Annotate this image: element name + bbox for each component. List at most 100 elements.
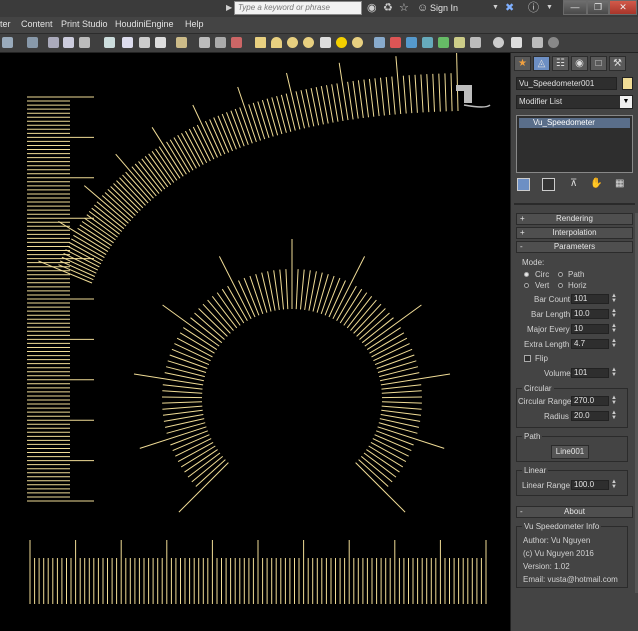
render-icon[interactable] bbox=[155, 37, 166, 48]
spinner-arrows-icon[interactable]: ▲ ▼ bbox=[611, 323, 617, 334]
pin-stack-icon[interactable] bbox=[517, 178, 530, 191]
viewport[interactable] bbox=[0, 53, 507, 631]
user-icon[interactable]: ☺ bbox=[417, 1, 428, 15]
box-icon[interactable] bbox=[255, 37, 266, 48]
hierarchy-tab-icon[interactable]: ☷ bbox=[552, 56, 569, 71]
minimize-button[interactable]: — bbox=[563, 0, 587, 15]
help-dropdown-icon[interactable]: ▼ bbox=[546, 1, 553, 15]
exchange-icon[interactable]: ✖ bbox=[505, 1, 514, 15]
chevron-down-icon[interactable]: ▼ bbox=[620, 96, 632, 108]
rollout-parameters[interactable]: - Parameters bbox=[516, 241, 633, 253]
community-icon[interactable]: ♻ bbox=[383, 1, 393, 15]
collapse-arrow-icon[interactable]: ▶ bbox=[226, 1, 232, 15]
modifier-mixed-icon[interactable] bbox=[470, 37, 481, 48]
configure-sets-icon[interactable]: ▦ bbox=[615, 178, 624, 189]
modifier-yellow-icon[interactable] bbox=[454, 37, 465, 48]
show-end-result-icon[interactable] bbox=[542, 178, 555, 191]
cone-icon[interactable] bbox=[320, 37, 331, 48]
remove-modifier-icon[interactable]: ✋ bbox=[590, 178, 602, 189]
flip-checkbox[interactable] bbox=[524, 355, 531, 362]
modifier-red-icon[interactable] bbox=[390, 37, 401, 48]
sphere-icon[interactable] bbox=[287, 37, 298, 48]
bar-count-spinner[interactable]: 101 bbox=[571, 294, 609, 304]
curve-editor-icon[interactable] bbox=[63, 37, 74, 48]
help-icon[interactable]: ⓘ bbox=[528, 1, 539, 15]
menu-item-content[interactable]: Content bbox=[21, 19, 53, 29]
spinner-arrows-icon[interactable]: ▲ ▼ bbox=[611, 410, 617, 421]
schematic-view-icon[interactable] bbox=[79, 37, 90, 48]
display-icon[interactable] bbox=[532, 37, 543, 48]
particles-icon[interactable] bbox=[374, 37, 385, 48]
path-gauge-bar bbox=[276, 95, 287, 133]
sun-icon[interactable] bbox=[336, 37, 347, 48]
unlink-icon[interactable] bbox=[215, 37, 226, 48]
modifier-blue-icon[interactable] bbox=[406, 37, 417, 48]
bind-space-warp-icon[interactable] bbox=[231, 37, 242, 48]
close-button[interactable]: ✕ bbox=[609, 0, 637, 15]
menu-item-help[interactable]: Help bbox=[185, 19, 204, 29]
object-name-field[interactable]: Vu_Speedometer001 bbox=[516, 77, 617, 90]
object-color-swatch[interactable] bbox=[622, 77, 633, 90]
tools-icon[interactable] bbox=[176, 37, 187, 48]
bar-length-spinner[interactable]: 10.0 bbox=[571, 309, 609, 319]
rendered-frame-icon[interactable] bbox=[139, 37, 150, 48]
linear-range-spinner[interactable]: 100.0 bbox=[571, 480, 609, 490]
restore-button[interactable]: ❐ bbox=[587, 0, 609, 15]
circular-gauge-bar bbox=[139, 426, 207, 449]
modifier-teal-icon[interactable] bbox=[422, 37, 433, 48]
mode-horiz-radio[interactable] bbox=[558, 283, 563, 288]
modifier-list-dropdown[interactable]: Modifier List ▼ bbox=[516, 95, 633, 109]
mode-circ-radio[interactable] bbox=[524, 272, 529, 277]
viewcube-icon[interactable] bbox=[456, 85, 491, 108]
layer-icon[interactable] bbox=[2, 37, 13, 48]
search-input[interactable]: Type a keyword or phrase bbox=[234, 1, 362, 15]
motion-tab-icon[interactable]: ◉ bbox=[571, 56, 588, 71]
layer-explorer-icon[interactable] bbox=[27, 37, 38, 48]
mode-path-radio[interactable] bbox=[558, 272, 563, 277]
torus-icon[interactable] bbox=[303, 37, 314, 48]
stack-item[interactable]: Vu_Speedometer bbox=[519, 118, 630, 128]
circular-gauge-bar bbox=[360, 456, 393, 483]
modify-tab-icon[interactable]: ◬ bbox=[533, 56, 550, 71]
path-gauge-bar bbox=[380, 77, 385, 116]
menu-item-houdini-engine[interactable]: HoudiniEngine bbox=[115, 19, 174, 29]
mode-vert-radio[interactable] bbox=[524, 283, 529, 288]
major-every-spinner[interactable]: 10 bbox=[571, 324, 609, 334]
spinner-arrows-icon[interactable]: ▲ ▼ bbox=[611, 479, 617, 490]
spinner-arrows-icon[interactable]: ▲ ▼ bbox=[611, 367, 617, 378]
create-tab-icon[interactable]: ★ bbox=[514, 56, 531, 71]
volume-spinner[interactable]: 101 bbox=[571, 368, 609, 378]
scene-explorer-icon[interactable] bbox=[48, 37, 59, 48]
spinner-arrows-icon[interactable]: ▲ ▼ bbox=[611, 308, 617, 319]
render-setup-icon[interactable] bbox=[122, 37, 133, 48]
radius-spinner[interactable]: 20.0 bbox=[571, 411, 609, 421]
scene-canvas[interactable] bbox=[0, 53, 507, 631]
utilities-tab-icon[interactable]: ⚒ bbox=[609, 56, 626, 71]
menu-item-print-studio[interactable]: Print Studio bbox=[61, 19, 108, 29]
circular-range-spinner[interactable]: 270.0 bbox=[571, 396, 609, 406]
extra-length-spinner[interactable]: 4.7 bbox=[571, 339, 609, 349]
globe-icon[interactable] bbox=[493, 37, 504, 48]
signin-dropdown-icon[interactable]: ▼ bbox=[492, 1, 499, 15]
modifier-stack[interactable]: Vu_Speedometer bbox=[516, 115, 633, 173]
rollout-about[interactable]: - About bbox=[516, 506, 633, 518]
material-editor-icon[interactable] bbox=[104, 37, 115, 48]
modifier-green-icon[interactable] bbox=[438, 37, 449, 48]
spinner-arrows-icon[interactable]: ▲ ▼ bbox=[611, 395, 617, 406]
help-circle-icon[interactable] bbox=[548, 37, 559, 48]
path-pick-button[interactable]: Line001 bbox=[551, 445, 589, 459]
make-unique-icon[interactable]: ⊼ bbox=[570, 178, 577, 189]
grid-icon[interactable] bbox=[511, 37, 522, 48]
binoculars-icon[interactable]: ◉ bbox=[367, 1, 377, 15]
display-tab-icon[interactable]: □ bbox=[590, 56, 607, 71]
rollout-rendering[interactable]: + Rendering bbox=[516, 213, 633, 225]
sign-in-link[interactable]: Sign In bbox=[430, 3, 458, 13]
menu-item-partial[interactable]: ter bbox=[0, 19, 11, 29]
rollout-interpolation[interactable]: + Interpolation bbox=[516, 227, 633, 239]
favorites-star-icon[interactable]: ☆ bbox=[399, 1, 409, 15]
light-icon[interactable] bbox=[352, 37, 363, 48]
spinner-arrows-icon[interactable]: ▲ ▼ bbox=[611, 338, 617, 349]
hemisphere-icon[interactable] bbox=[271, 37, 282, 48]
link-icon[interactable] bbox=[199, 37, 210, 48]
spinner-arrows-icon[interactable]: ▲ ▼ bbox=[611, 293, 617, 304]
